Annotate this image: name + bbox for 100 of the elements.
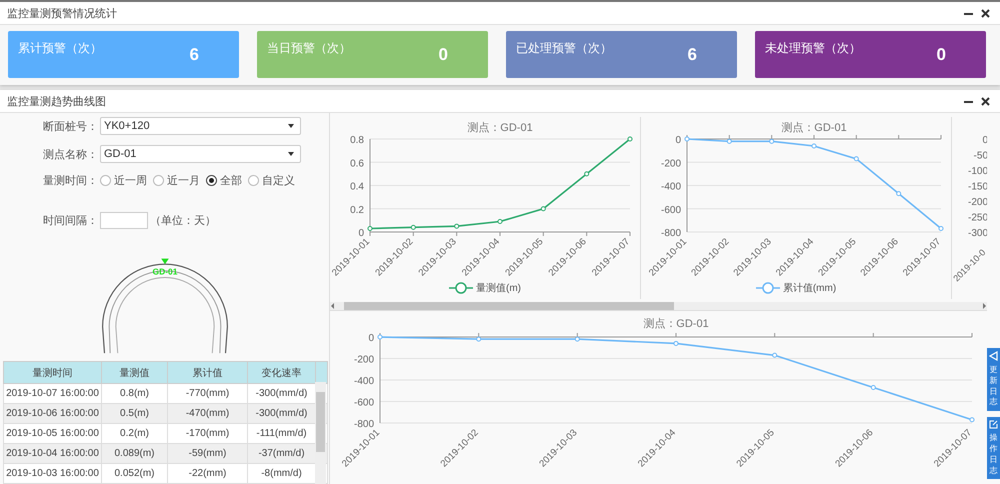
caret-icon <box>288 152 294 156</box>
select-field[interactable]: GD-01 <box>100 145 301 163</box>
arrow-left-icon[interactable] <box>330 303 336 309</box>
data-point <box>726 138 732 144</box>
field-label: 量测时间： <box>43 174 98 188</box>
stat-label: 当日预警（次） <box>267 40 351 57</box>
table-cell: -170(mm) <box>168 424 248 444</box>
data-point <box>854 156 859 162</box>
axis-tick-label: 0 <box>358 228 364 239</box>
data-point <box>574 336 580 342</box>
table-cell: 2019-10-03 16:00:00 <box>4 464 102 484</box>
table-cell: 0.2(m) <box>102 424 168 444</box>
radio-option[interactable]: 近一月 <box>153 173 200 188</box>
radio-option[interactable]: 全部 <box>206 173 242 188</box>
data-point <box>377 334 382 340</box>
table-cell: 2019-10-05 16:00:00 <box>4 424 102 444</box>
data-point <box>673 340 678 346</box>
legend-label: 累计值(mm) <box>782 282 836 295</box>
horizontal-scrollbar[interactable] <box>330 302 987 311</box>
stat-count: 6 <box>688 45 697 66</box>
legend-marker-icon <box>756 282 780 294</box>
table-cell: 0.052(m) <box>102 464 168 484</box>
axis-tick-label: -600 <box>660 204 681 216</box>
axis-tick-label: -200 <box>660 158 681 170</box>
data-point <box>938 226 944 231</box>
side-tab[interactable]: 操作日志 <box>987 417 1000 480</box>
column-header: 变化速率 <box>248 362 316 384</box>
data-point <box>628 136 632 142</box>
legend-label: 量测值(m) <box>476 282 521 295</box>
stat-label: 已处理预警（次） <box>516 40 612 57</box>
axis-tick-label: -400 <box>353 376 374 387</box>
point-marker-icon <box>160 258 168 264</box>
close-icon[interactable] <box>981 8 990 18</box>
side-tab[interactable]: 更新日志 <box>987 348 1000 412</box>
axis-tick-label: 0.6 <box>350 158 364 170</box>
table-cell: -59(mm) <box>168 444 248 464</box>
axis-tick-label: -800 <box>353 419 374 430</box>
table-cell: 2019-10-06 16:00:00 <box>4 404 102 424</box>
table-cell: -111(mm/d) <box>248 424 316 444</box>
table-cell: -300(mm/d) <box>248 384 316 404</box>
legend-marker-icon <box>449 282 473 294</box>
data-point <box>684 136 690 142</box>
table-cell: 2019-10-04 16:00:00 <box>4 444 102 464</box>
table-cell: -37(mm/d) <box>248 444 316 464</box>
panel-title: 监控量测趋势曲线图 <box>7 94 106 108</box>
axis-tick-label: 0.8 <box>350 135 364 146</box>
table-cell: 0.8(m) <box>102 384 168 404</box>
caret-icon <box>288 124 294 128</box>
axis-tick-label: -800 <box>660 228 681 239</box>
column-header: 量测时间 <box>4 362 102 384</box>
table-cell: -22(mm) <box>168 464 248 484</box>
data-point <box>870 385 876 390</box>
data-point <box>896 191 902 196</box>
chart-title: 测点：GD-01 <box>642 318 708 330</box>
axis-tick-label: 0.4 <box>350 182 364 192</box>
table-cell: -8(mm/d) <box>248 464 316 484</box>
field-label: 断面桩号： <box>43 120 98 134</box>
radio-option[interactable]: 近一周 <box>100 173 147 188</box>
table-cell: 0.089(m) <box>102 444 168 464</box>
data-point <box>476 336 481 342</box>
stat-label: 累计预警（次） <box>18 40 102 57</box>
data-point <box>812 143 816 148</box>
triangle-left-icon <box>989 351 998 361</box>
data-point <box>368 226 372 231</box>
table-cell: -300(mm/d) <box>248 404 316 424</box>
select-field[interactable]: YK0+120 <box>100 117 301 135</box>
chart-title: 测点：GD-01 <box>467 122 533 134</box>
input-field[interactable] <box>100 212 148 229</box>
stat-count: 0 <box>438 45 448 66</box>
edit-icon <box>989 420 998 430</box>
data-point <box>454 224 460 229</box>
stat-count: 0 <box>936 45 946 66</box>
arrow-right-icon[interactable] <box>981 303 987 309</box>
axis-tick-label: -400 <box>660 182 681 192</box>
unit-label: （单位：天） <box>150 214 216 228</box>
radio-option[interactable]: 自定义 <box>248 173 295 188</box>
data-point <box>969 417 974 422</box>
axis-tick-label: -200 <box>353 354 374 366</box>
chart-title: 测点：GD-01 <box>781 122 847 134</box>
data-point <box>498 219 502 224</box>
table-cell: -470(mm) <box>168 404 248 424</box>
point-label: GD-01 <box>152 266 178 277</box>
data-point <box>772 352 777 358</box>
field-label: 时间间隔： <box>43 214 98 228</box>
column-header: 量测值 <box>102 362 168 384</box>
axis-tick-label: -600 <box>353 398 374 408</box>
axis-tick-label: 0.2 <box>350 204 364 216</box>
field-label: 测点名称： <box>43 148 98 162</box>
stat-count: 6 <box>190 45 199 66</box>
vertical-scrollbar[interactable] <box>315 382 326 484</box>
data-point <box>540 206 546 212</box>
data-point <box>769 138 774 144</box>
table-cell: 2019-10-07 16:00:00 <box>4 384 102 404</box>
stat-label: 未处理预警（次） <box>765 40 861 57</box>
data-point <box>410 224 416 230</box>
data-point <box>584 171 590 176</box>
panel-title: 监控量测预警情况统计 <box>7 6 117 20</box>
table-cell: -770(mm) <box>168 384 248 404</box>
axis-tick-label: 0 <box>368 333 374 344</box>
close-icon[interactable] <box>981 96 990 106</box>
